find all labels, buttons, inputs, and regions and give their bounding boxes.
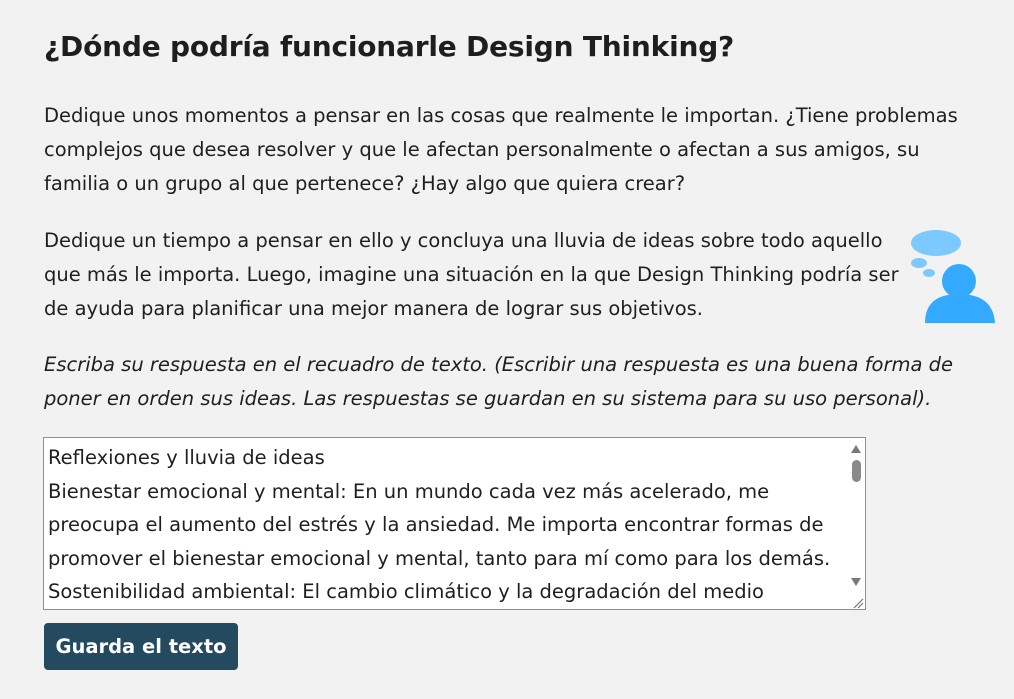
page-title: ¿Dónde podría funcionarle Design Thinkin… [44,30,735,63]
person-body [925,294,995,323]
response-line: promover el bienestar emocional y mental… [48,546,831,570]
save-text-button[interactable]: Guarda el texto [44,623,238,670]
response-line: Reflexiones y lluvia de ideas [48,446,325,469]
scroll-up-icon[interactable] [851,445,861,453]
person-head [942,264,976,298]
thought-bubble-small [923,269,935,277]
response-text[interactable]: Reflexiones y lluvia de ideas Bienestar … [48,441,848,609]
response-textarea[interactable]: Reflexiones y lluvia de ideas Bienestar … [43,437,866,610]
response-line: preocupa el aumento del estrés y la ansi… [48,513,824,537]
scroll-down-icon[interactable] [851,578,861,586]
instruction-text: Escriba su respuesta en el recuadro de t… [44,353,953,410]
scrollbar-thumb[interactable] [852,460,861,482]
intro-paragraph: Dedique unos momentos a pensar en las co… [44,104,958,195]
resize-handle-icon[interactable] [850,594,864,609]
brainstorm-paragraph: Dedique un tiempo a pensar en ello y con… [44,229,899,320]
thought-bubble-large [911,230,961,256]
response-line: Bienestar emocional y mental: En un mund… [48,479,770,503]
response-line: Sostenibilidad ambiental: El cambio clim… [48,580,764,604]
thought-bubble-medium [911,258,927,268]
vertical-scrollbar[interactable] [847,438,865,609]
person-thinking-icon [907,226,999,326]
